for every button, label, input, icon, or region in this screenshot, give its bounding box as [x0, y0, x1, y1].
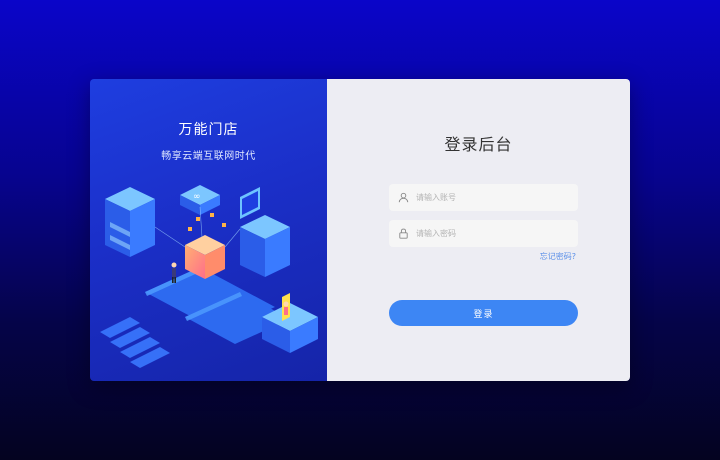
monitor-shape — [240, 187, 290, 277]
forgot-password-link[interactable]: 忘记密码? — [540, 251, 576, 262]
brand-title: 万能门店 — [178, 122, 239, 138]
server-tower-shape — [105, 187, 155, 257]
account-field[interactable] — [389, 184, 578, 211]
login-panel: 登录后台 忘记密码? 登录 — [327, 79, 630, 381]
user-icon — [398, 192, 409, 203]
lock-icon — [398, 228, 409, 239]
isometric-illustration: ∞ — [100, 185, 318, 368]
brand-panel: 万能门店 畅享云端互联网时代 ∞ — [90, 79, 327, 381]
login-card: 万能门店 畅享云端互联网时代 ∞ 登录后台 请输入账号 忘记密码? 登录 — [90, 79, 630, 381]
account-input[interactable] — [416, 193, 566, 202]
login-title: 登录后台 — [444, 135, 513, 154]
login-button[interactable]: 登录 — [389, 300, 578, 326]
staircase-shape — [100, 317, 170, 368]
svg-text:∞: ∞ — [193, 192, 201, 202]
brand-subtitle: 畅享云端互联网时代 — [161, 151, 256, 162]
password-input[interactable] — [416, 229, 566, 238]
platform-shape — [262, 293, 318, 353]
password-field[interactable] — [389, 220, 578, 247]
